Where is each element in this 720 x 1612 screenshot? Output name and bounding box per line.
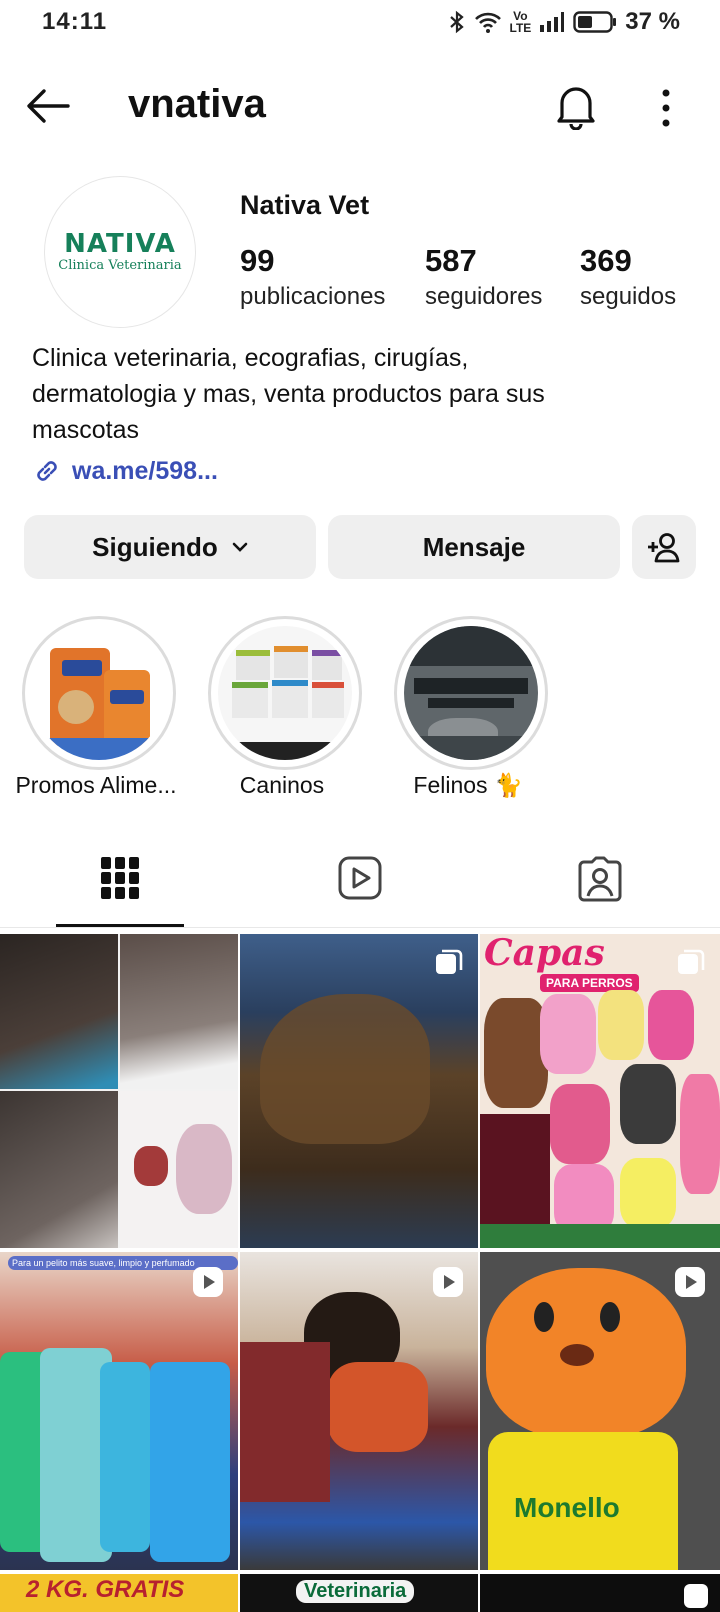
- tab-divider: [0, 927, 720, 928]
- stat-followers-label: seguidores: [425, 283, 543, 310]
- following-button[interactable]: Siguiendo: [24, 515, 316, 579]
- chevron-down-icon: [232, 542, 248, 552]
- bio-line: Clinica veterinaria, ecografias, cirugía…: [32, 344, 469, 372]
- highlight-felinos[interactable]: [394, 616, 548, 770]
- status-time: 14:11: [42, 8, 108, 35]
- post-thumbnail[interactable]: [480, 1574, 720, 1612]
- profile-bio: Clinica veterinaria, ecografias, cirugía…: [32, 340, 692, 448]
- post-thumbnail[interactable]: Capas PARA PERROS: [480, 934, 720, 1248]
- bio-line: dermatologia y mas, venta productos para…: [32, 380, 545, 408]
- highlight-cover: [32, 626, 166, 760]
- avatar[interactable]: NATIVA Clinica Veterinaria: [44, 176, 196, 328]
- post-thumbnail[interactable]: Para un pelito más suave, limpio y perfu…: [0, 1252, 238, 1570]
- stat-following-label: seguidos: [580, 283, 677, 310]
- following-label: Siguiendo: [92, 531, 218, 562]
- post-thumbnail[interactable]: Monello: [480, 1252, 720, 1570]
- highlight-label: Felinos 🐈: [413, 772, 523, 798]
- more-options-icon[interactable]: [660, 88, 672, 128]
- post-thumbnail[interactable]: 2 KG. GRATIS: [0, 1574, 238, 1612]
- post-thumbnail[interactable]: [240, 934, 478, 1248]
- grid-tab-icon[interactable]: [100, 856, 140, 900]
- highlight-label: Caninos: [239, 772, 325, 798]
- highlight-promos[interactable]: [22, 616, 176, 770]
- highlight-caninos[interactable]: [208, 616, 362, 770]
- message-label: Mensaje: [422, 531, 526, 562]
- profile-link[interactable]: wa.me/598...: [32, 456, 218, 486]
- post-caption: Veterinaria: [296, 1580, 415, 1603]
- carousel-icon: [678, 949, 705, 974]
- tagged-tab-icon[interactable]: [578, 856, 622, 902]
- post-caption: Capas: [484, 934, 605, 974]
- bell-icon[interactable]: [554, 82, 598, 130]
- link-icon: [37, 461, 57, 481]
- bio-line: mascotas: [32, 416, 139, 444]
- back-arrow-icon[interactable]: [24, 86, 72, 126]
- reel-icon: [433, 1267, 463, 1297]
- message-button[interactable]: Mensaje: [328, 515, 620, 579]
- post-thumbnail[interactable]: Veterinaria: [240, 1574, 478, 1612]
- stat-posts[interactable]: 99 publicaciones: [240, 242, 385, 314]
- suggest-users-button[interactable]: [632, 515, 696, 579]
- reel-icon: [675, 1267, 705, 1297]
- profile-username: vnativa: [128, 82, 266, 126]
- carousel-icon: [436, 949, 463, 974]
- add-user-icon: [648, 533, 680, 563]
- stat-followers[interactable]: 587 seguidores: [425, 242, 542, 314]
- highlight-cover: [404, 626, 538, 760]
- post-thumbnail[interactable]: [0, 934, 238, 1248]
- post-caption: 2 KG. GRATIS: [26, 1576, 185, 1603]
- highlight-cover: [218, 626, 352, 760]
- avatar-subtitle: Clinica Veterinaria: [58, 258, 182, 273]
- volte-icon: Vo LTE: [509, 9, 532, 35]
- battery-percent: 37 %: [625, 8, 680, 35]
- signal-icon: [540, 12, 565, 32]
- highlight-label: Promos Alime...: [15, 772, 177, 798]
- stat-posts-value: 99: [240, 243, 275, 278]
- status-icons: Vo LTE 37 %: [448, 8, 680, 36]
- wifi-icon: [474, 12, 501, 33]
- post-caption: Monello: [514, 1492, 620, 1523]
- bluetooth-icon: [449, 10, 464, 34]
- reel-icon: [193, 1267, 223, 1297]
- link-text: wa.me/598...: [72, 456, 218, 485]
- stat-following-value: 369: [580, 243, 632, 278]
- stat-following[interactable]: 369 seguidos: [580, 242, 676, 314]
- stat-followers-value: 587: [425, 243, 477, 278]
- reels-tab-icon[interactable]: [338, 856, 382, 900]
- post-thumbnail[interactable]: [240, 1252, 478, 1570]
- display-name: Nativa Vet: [240, 190, 370, 220]
- stat-posts-label: publicaciones: [240, 283, 386, 310]
- battery-icon: [573, 11, 617, 33]
- avatar-brand: NATIVA: [64, 229, 176, 259]
